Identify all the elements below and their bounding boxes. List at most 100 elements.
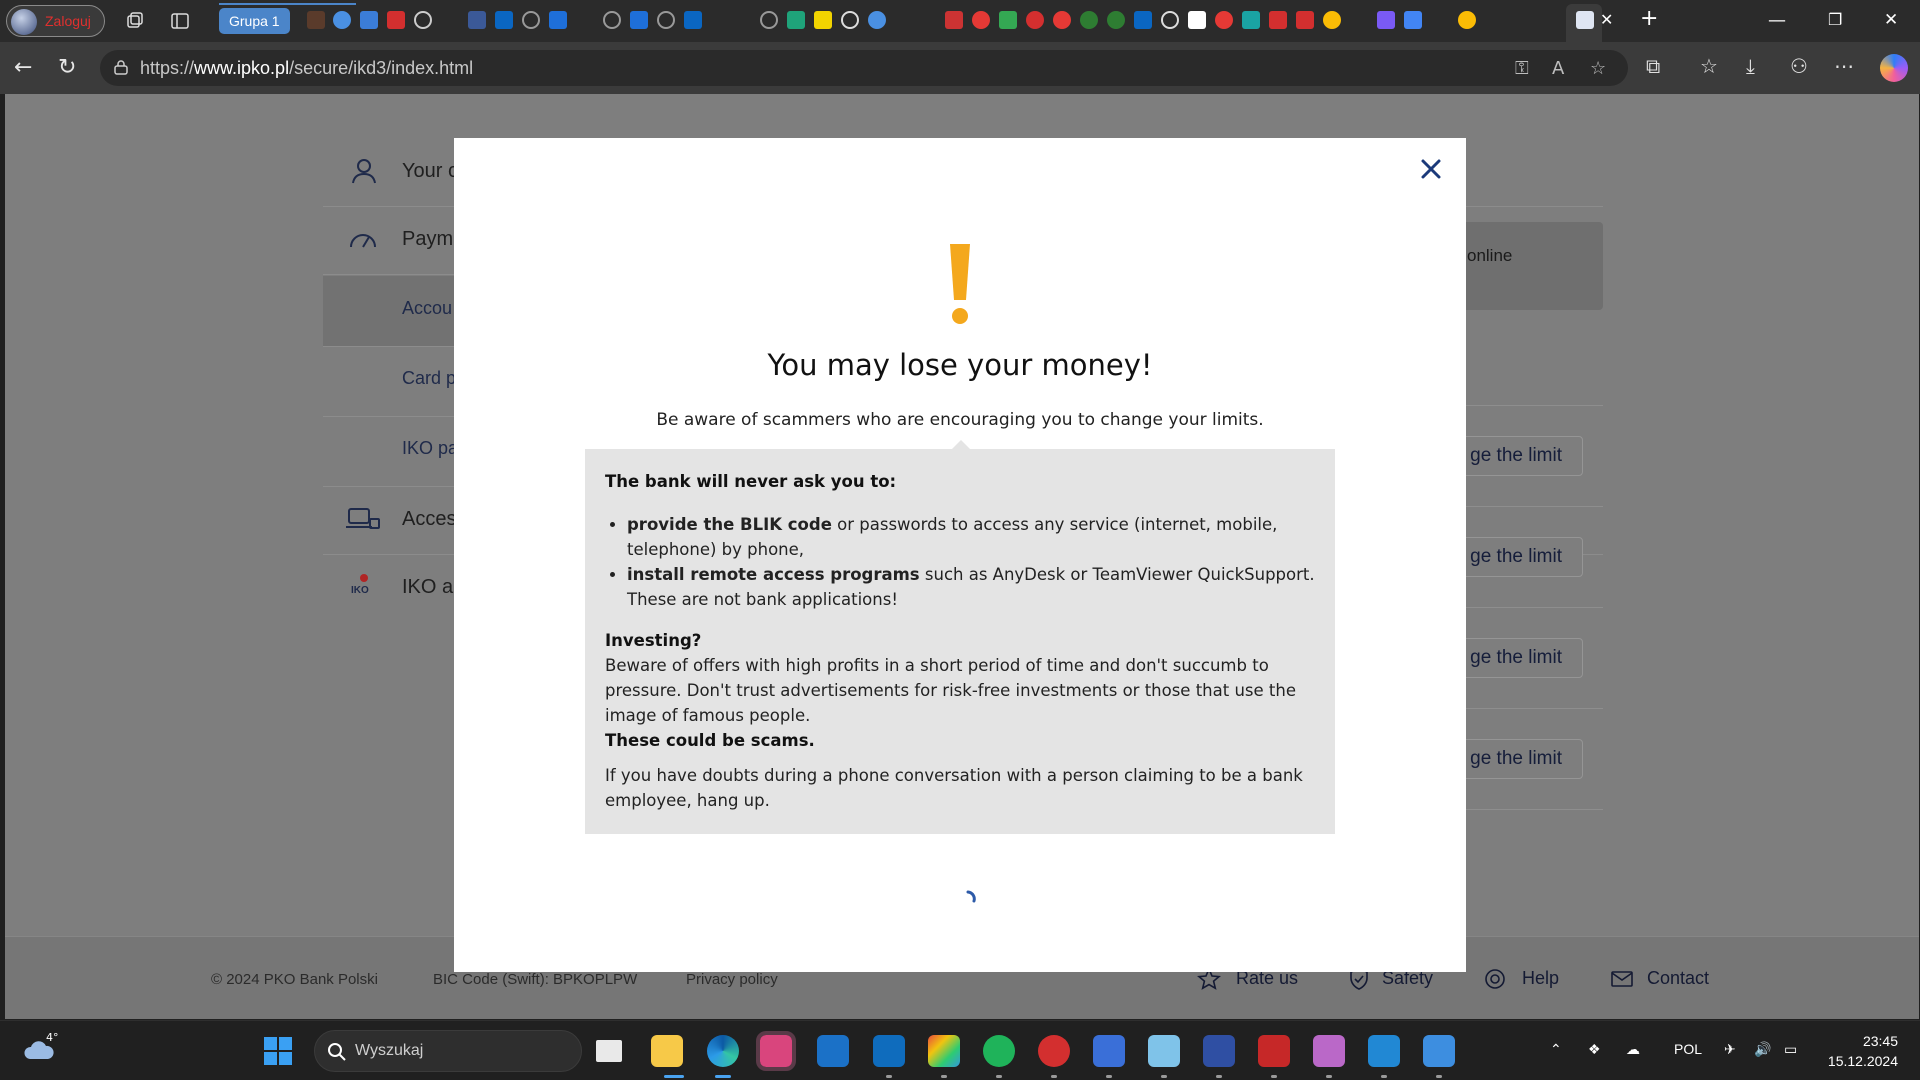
tab-globe-icon[interactable] xyxy=(603,11,621,29)
running-indicator xyxy=(941,1075,947,1078)
clock[interactable]: 23:45 15.12.2024 xyxy=(1820,1031,1898,1071)
virtualbox-icon[interactable] xyxy=(1203,1035,1235,1067)
tab-green-icon[interactable] xyxy=(1107,11,1125,29)
save-app-icon[interactable] xyxy=(756,1031,796,1071)
app-network-icon[interactable] xyxy=(1093,1035,1125,1067)
favorite-star-icon[interactable]: ☆ xyxy=(1590,58,1606,79)
close-window-icon[interactable]: ✕ xyxy=(1884,10,1898,30)
tab-facebook-icon[interactable] xyxy=(468,11,486,29)
tab-p-icon[interactable] xyxy=(814,11,832,29)
tab-globe-icon[interactable] xyxy=(841,11,859,29)
browser-essentials-icon[interactable]: ⚇ xyxy=(1790,54,1808,78)
app-red-icon[interactable] xyxy=(1038,1035,1070,1067)
tab-e-icon[interactable] xyxy=(1215,11,1233,29)
close-icon[interactable] xyxy=(1418,156,1444,182)
sidebar-item-iko-app[interactable]: IKO a xyxy=(402,576,453,599)
tab-play-icon[interactable] xyxy=(999,11,1017,29)
tab-actions-icon[interactable] xyxy=(170,11,190,31)
tray-chevron-icon[interactable]: ⌃ xyxy=(1550,1041,1562,1058)
warning-list: provide the BLIK code or passwords to ac… xyxy=(605,512,1315,612)
tab-pdf-icon[interactable] xyxy=(1269,11,1287,29)
language-indicator[interactable]: POL xyxy=(1674,1041,1702,1057)
tab-gmail-icon[interactable] xyxy=(945,11,963,29)
minimize-icon[interactable]: — xyxy=(1768,10,1786,31)
tab-email-icon[interactable] xyxy=(868,11,886,29)
tab-plus-icon[interactable] xyxy=(387,11,405,29)
outlook-icon[interactable] xyxy=(873,1035,905,1067)
tab-purple-icon[interactable] xyxy=(1377,11,1395,29)
tab-chrome-icon[interactable] xyxy=(1458,11,1476,29)
back-icon[interactable]: ← xyxy=(14,55,32,81)
tab-globe-icon[interactable] xyxy=(1161,11,1179,29)
dropbox-tray-icon[interactable]: ❖ xyxy=(1588,1041,1601,1058)
tab-linkedin-icon[interactable] xyxy=(1134,11,1152,29)
downloads-icon[interactable]: ⤓ xyxy=(1746,54,1755,78)
tab-e-icon[interactable] xyxy=(972,11,990,29)
sidebar-subitem-account[interactable]: Accou xyxy=(402,298,452,319)
app-colorful-icon[interactable] xyxy=(928,1035,960,1067)
new-tab-icon[interactable]: + xyxy=(1640,6,1658,31)
tab-globe-icon[interactable] xyxy=(522,11,540,29)
store-icon[interactable] xyxy=(817,1035,849,1067)
tab-e-icon[interactable] xyxy=(1053,11,1071,29)
snipping-tool-icon[interactable] xyxy=(1313,1035,1345,1067)
copilot-icon[interactable] xyxy=(1880,54,1908,82)
app-monitor-icon[interactable] xyxy=(1148,1035,1180,1067)
privacy-policy-link[interactable]: Privacy policy xyxy=(686,971,778,988)
running-indicator xyxy=(1106,1075,1112,1078)
profile-button[interactable]: Zaloguj xyxy=(6,5,105,37)
tab-chrome-icon[interactable] xyxy=(1323,11,1341,29)
tab-globe-icon[interactable] xyxy=(760,11,778,29)
more-menu-icon[interactable]: ⋯ xyxy=(1834,54,1854,78)
tab-pdf-icon[interactable] xyxy=(1296,11,1314,29)
tab-red-icon[interactable] xyxy=(1026,11,1044,29)
help-link[interactable]: Help xyxy=(1522,968,1559,989)
app-blue-icon[interactable] xyxy=(1423,1035,1455,1067)
key-icon[interactable]: ⚿ xyxy=(1515,58,1529,79)
modal-title: You may lose your money! xyxy=(767,348,1153,382)
read-aloud-icon[interactable]: A xyxy=(1552,58,1564,79)
tab-green-icon[interactable] xyxy=(1080,11,1098,29)
tab-linkedin-icon[interactable] xyxy=(495,11,513,29)
taskbar-search[interactable]: Wyszukaj xyxy=(314,1030,582,1072)
app-media-icon[interactable] xyxy=(1258,1035,1290,1067)
tab-teal-icon[interactable] xyxy=(1242,11,1260,29)
tab-dropbox-icon[interactable] xyxy=(549,11,567,29)
info-box: online xyxy=(1445,222,1603,310)
address-bar[interactable]: https://www.ipko.pl/secure/ikd3/index.ht… xyxy=(100,50,1628,86)
workspaces-icon[interactable] xyxy=(125,11,145,31)
sidebar-item-payments[interactable]: Paym xyxy=(402,228,453,251)
tab-r-icon[interactable] xyxy=(1188,11,1206,29)
file-explorer-icon[interactable] xyxy=(651,1035,683,1067)
sidebar-item-your[interactable]: Your c xyxy=(402,160,458,183)
edge-icon[interactable] xyxy=(707,1035,739,1067)
tab-email-icon[interactable] xyxy=(333,11,351,29)
restore-icon[interactable]: ❐ xyxy=(1828,10,1842,29)
tab-group-label[interactable]: Grupa 1 xyxy=(219,8,290,34)
airplane-icon[interactable]: ✈ xyxy=(1724,1041,1736,1058)
battery-icon[interactable]: ▭ xyxy=(1784,1041,1797,1058)
app-green-icon[interactable] xyxy=(983,1035,1015,1067)
tab-globe-icon[interactable] xyxy=(414,11,432,29)
task-view-icon[interactable] xyxy=(596,1040,622,1062)
tab-favicon-icon[interactable] xyxy=(307,11,325,29)
vscode-icon[interactable] xyxy=(1368,1035,1400,1067)
tab-diamond-icon[interactable] xyxy=(787,11,805,29)
tab-globe-icon[interactable] xyxy=(657,11,675,29)
contact-link[interactable]: Contact xyxy=(1647,968,1709,989)
favorites-icon[interactable]: ☆ xyxy=(1700,54,1718,78)
active-indicator xyxy=(715,1075,731,1078)
refresh-icon[interactable]: ↻ xyxy=(58,55,76,81)
windows-start-icon[interactable] xyxy=(262,1035,294,1067)
tab-linkedin-icon[interactable] xyxy=(684,11,702,29)
sidebar-item-access[interactable]: Acces xyxy=(402,508,456,531)
sidebar-subitem-card[interactable]: Card p xyxy=(402,368,456,389)
tab-mail-icon[interactable] xyxy=(360,11,378,29)
volume-icon[interactable]: 🔊 xyxy=(1754,1041,1771,1058)
tab-colorbar-icon[interactable] xyxy=(1404,11,1422,29)
cloud-tray-icon[interactable]: ☁ xyxy=(1626,1041,1640,1058)
tab-dropbox-icon[interactable] xyxy=(630,11,648,29)
extensions-icon[interactable]: ⧉ xyxy=(1646,54,1660,78)
sidebar-subitem-iko[interactable]: IKO pa xyxy=(402,438,458,459)
close-tab-icon[interactable]: ✕ xyxy=(1600,10,1613,29)
